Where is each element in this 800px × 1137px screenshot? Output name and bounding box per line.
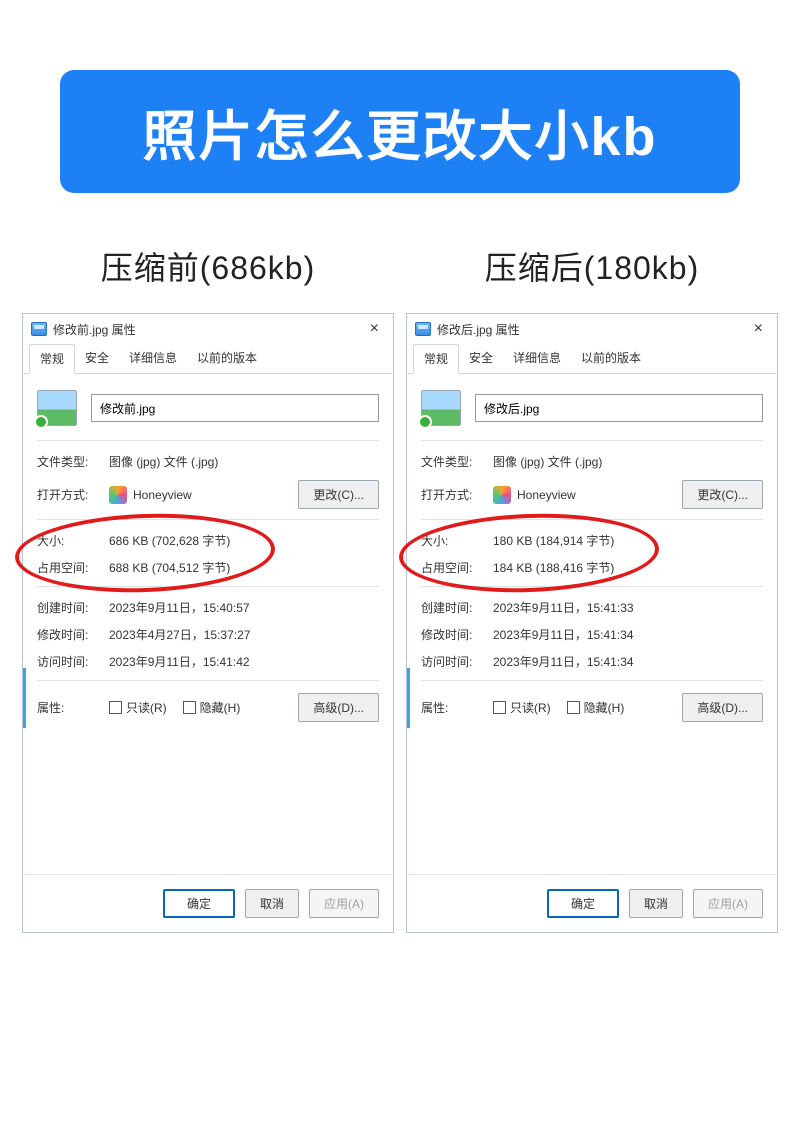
filename-input[interactable]	[91, 394, 379, 422]
apply-button[interactable]: 应用(A)	[309, 889, 379, 918]
filename-input[interactable]	[475, 394, 763, 422]
ok-button[interactable]: 确定	[547, 889, 619, 918]
after-column: 压缩后(180kb) 修改后.jpg 属性 × 常规 安全 详细信息 以前的版本	[406, 243, 778, 933]
honeyview-icon	[109, 486, 127, 504]
tab-previous-versions[interactable]: 以前的版本	[571, 344, 651, 373]
hidden-checkbox[interactable]: 隐藏(H)	[567, 699, 625, 716]
before-column: 压缩前(686kb) 修改前.jpg 属性 × 常规 安全 详细信息 以前的版本	[22, 243, 394, 933]
label-filetype: 文件类型:	[421, 453, 493, 470]
hidden-checkbox[interactable]: 隐藏(H)	[183, 699, 241, 716]
label-created: 创建时间:	[421, 599, 493, 616]
tab-general[interactable]: 常规	[413, 344, 459, 374]
tab-strip: 常规 安全 详细信息 以前的版本	[407, 342, 777, 374]
tab-strip: 常规 安全 详细信息 以前的版本	[23, 342, 393, 374]
value-size: 686 KB (702,628 字节)	[109, 532, 230, 549]
value-accessed: 2023年9月11日，15:41:42	[109, 653, 250, 670]
value-size: 180 KB (184,914 字节)	[493, 532, 614, 549]
tab-details[interactable]: 详细信息	[503, 344, 571, 373]
label-filetype: 文件类型:	[37, 453, 109, 470]
label-sizeondisk: 占用空间:	[37, 559, 109, 576]
annotation-circle	[14, 509, 277, 596]
advanced-button[interactable]: 高级(D)...	[298, 693, 379, 722]
label-accessed: 访问时间:	[421, 653, 493, 670]
after-title: 压缩后(180kb)	[406, 243, 778, 289]
advanced-button[interactable]: 高级(D)...	[682, 693, 763, 722]
value-modified: 2023年9月11日，15:41:34	[493, 626, 634, 643]
apply-button[interactable]: 应用(A)	[693, 889, 763, 918]
file-thumbnail-icon	[37, 390, 77, 426]
label-modified: 修改时间:	[421, 626, 493, 643]
change-button[interactable]: 更改(C)...	[682, 480, 763, 509]
tab-previous-versions[interactable]: 以前的版本	[187, 344, 267, 373]
tab-details[interactable]: 详细信息	[119, 344, 187, 373]
label-created: 创建时间:	[37, 599, 109, 616]
change-button[interactable]: 更改(C)...	[298, 480, 379, 509]
annotation-circle	[398, 509, 661, 596]
value-modified: 2023年4月27日，15:37:27	[109, 626, 250, 643]
window-title: 修改前.jpg 属性	[53, 321, 136, 338]
close-icon[interactable]: ×	[748, 320, 769, 338]
label-size: 大小:	[421, 532, 493, 549]
label-sizeondisk: 占用空间:	[421, 559, 493, 576]
readonly-checkbox[interactable]: 只读(R)	[493, 699, 551, 716]
page-banner: 照片怎么更改大小kb	[60, 70, 740, 193]
label-attrs: 属性:	[37, 699, 109, 716]
label-openwith: 打开方式:	[37, 486, 109, 503]
tab-security[interactable]: 安全	[75, 344, 119, 373]
value-created: 2023年9月11日，15:41:33	[493, 599, 634, 616]
value-created: 2023年9月11日，15:40:57	[109, 599, 250, 616]
close-icon[interactable]: ×	[364, 320, 385, 338]
label-attrs: 属性:	[421, 699, 493, 716]
value-filetype: 图像 (jpg) 文件 (.jpg)	[109, 453, 218, 470]
value-sizeondisk: 688 KB (704,512 字节)	[109, 559, 230, 576]
value-openwith: Honeyview	[517, 488, 576, 502]
value-filetype: 图像 (jpg) 文件 (.jpg)	[493, 453, 602, 470]
cancel-button[interactable]: 取消	[245, 889, 299, 918]
properties-dialog-before: 修改前.jpg 属性 × 常规 安全 详细信息 以前的版本 文件类型: 图像 (…	[22, 313, 394, 933]
value-accessed: 2023年9月11日，15:41:34	[493, 653, 634, 670]
properties-dialog-after: 修改后.jpg 属性 × 常规 安全 详细信息 以前的版本 文件类型: 图像 (…	[406, 313, 778, 933]
label-openwith: 打开方式:	[421, 486, 493, 503]
file-icon	[415, 322, 431, 336]
file-thumbnail-icon	[421, 390, 461, 426]
honeyview-icon	[493, 486, 511, 504]
file-icon	[31, 322, 47, 336]
readonly-checkbox[interactable]: 只读(R)	[109, 699, 167, 716]
tab-security[interactable]: 安全	[459, 344, 503, 373]
titlebar: 修改后.jpg 属性 ×	[407, 314, 777, 342]
label-size: 大小:	[37, 532, 109, 549]
tab-general[interactable]: 常规	[29, 344, 75, 374]
ok-button[interactable]: 确定	[163, 889, 235, 918]
cancel-button[interactable]: 取消	[629, 889, 683, 918]
window-title: 修改后.jpg 属性	[437, 321, 520, 338]
value-sizeondisk: 184 KB (188,416 字节)	[493, 559, 614, 576]
value-openwith: Honeyview	[133, 488, 192, 502]
before-title: 压缩前(686kb)	[22, 243, 394, 289]
titlebar: 修改前.jpg 属性 ×	[23, 314, 393, 342]
label-modified: 修改时间:	[37, 626, 109, 643]
label-accessed: 访问时间:	[37, 653, 109, 670]
